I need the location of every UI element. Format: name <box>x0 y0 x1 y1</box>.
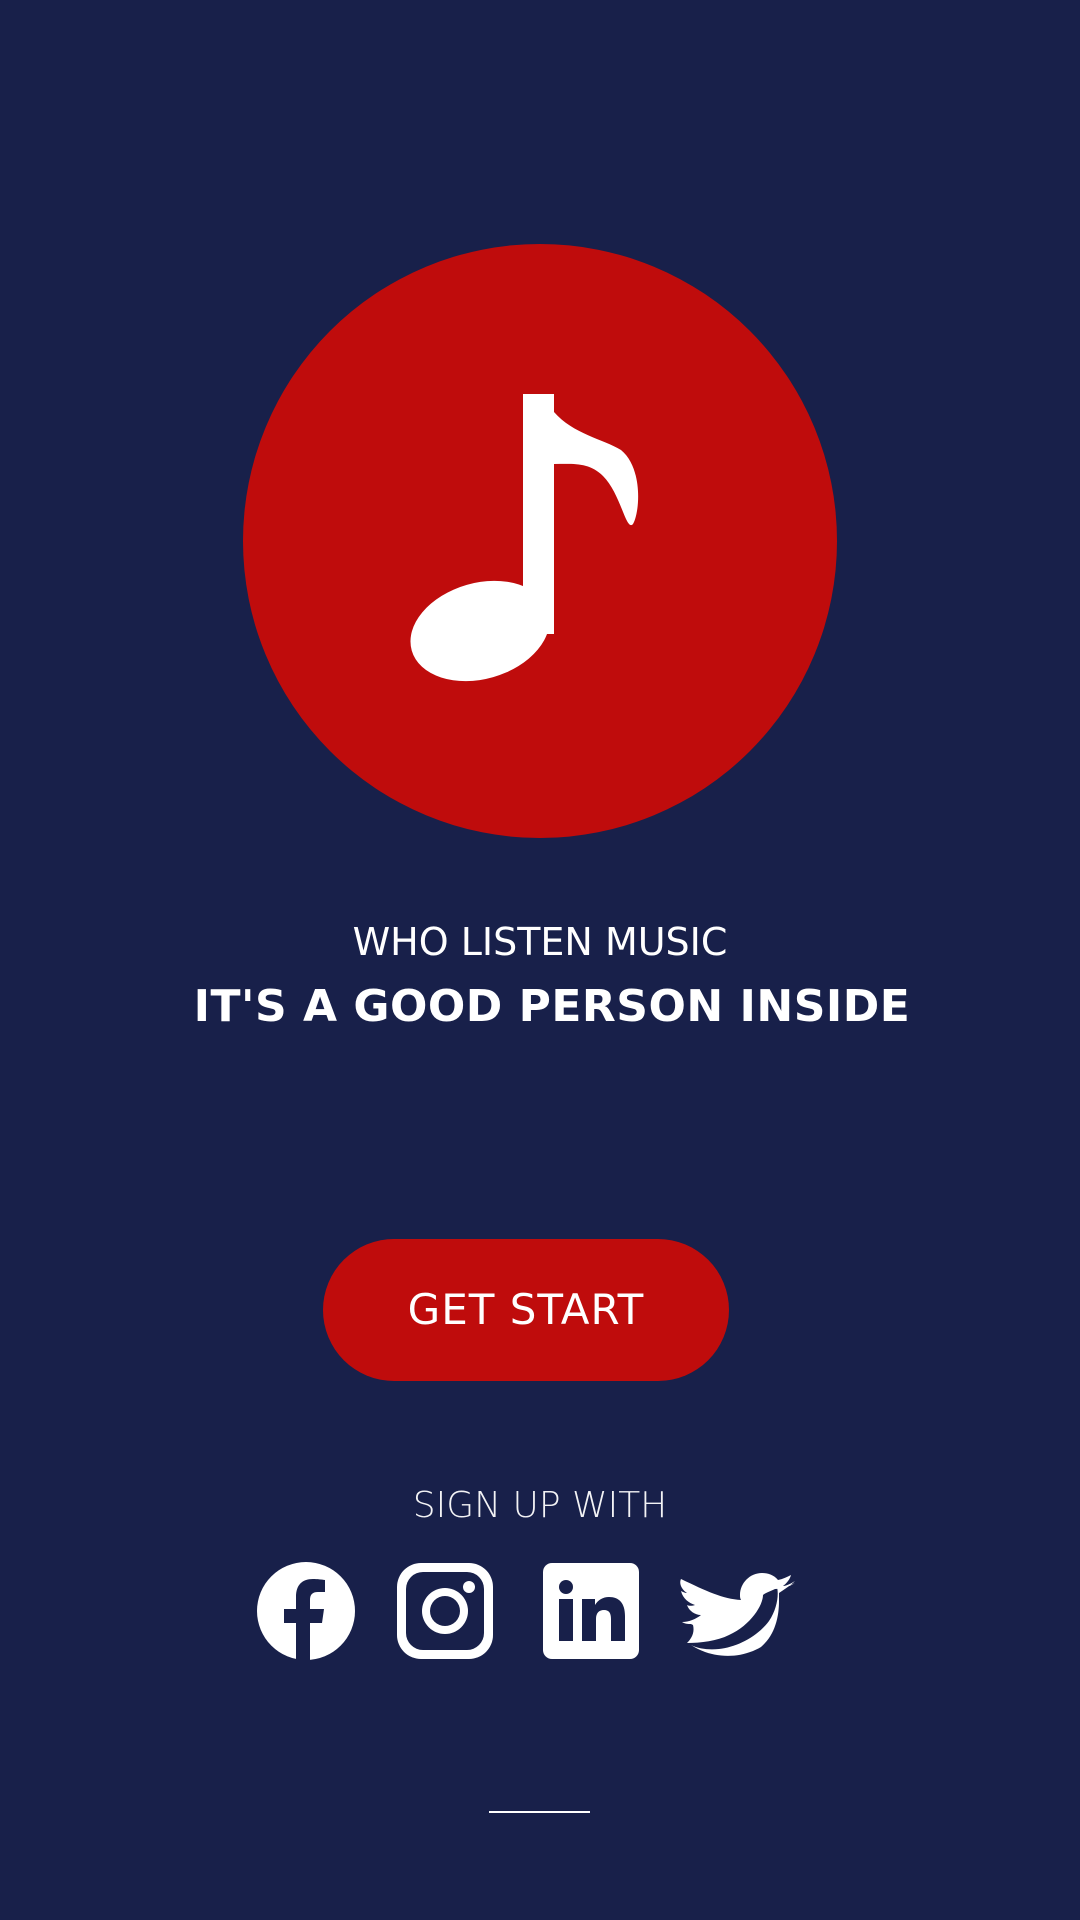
linkedin-signup-button[interactable] <box>541 1561 641 1661</box>
facebook-signup-button[interactable] <box>256 1561 356 1661</box>
instagram-icon <box>397 1563 493 1659</box>
hero-headline: IT'S A GOOD PERSON INSIDE <box>193 981 911 1032</box>
get-start-button[interactable]: GET START <box>323 1239 729 1381</box>
app-logo <box>243 244 837 838</box>
signup-label: SIGN UP WITH <box>412 1485 668 1526</box>
facebook-icon <box>257 1562 355 1660</box>
music-note-icon <box>410 394 639 682</box>
linkedin-icon <box>543 1563 639 1659</box>
twitter-signup-button[interactable] <box>679 1561 797 1661</box>
hero-subtitle: WHO LISTEN MUSIC <box>352 920 728 964</box>
instagram-signup-button[interactable] <box>395 1561 495 1661</box>
twitter-icon <box>680 1573 795 1656</box>
home-indicator <box>489 1811 590 1813</box>
